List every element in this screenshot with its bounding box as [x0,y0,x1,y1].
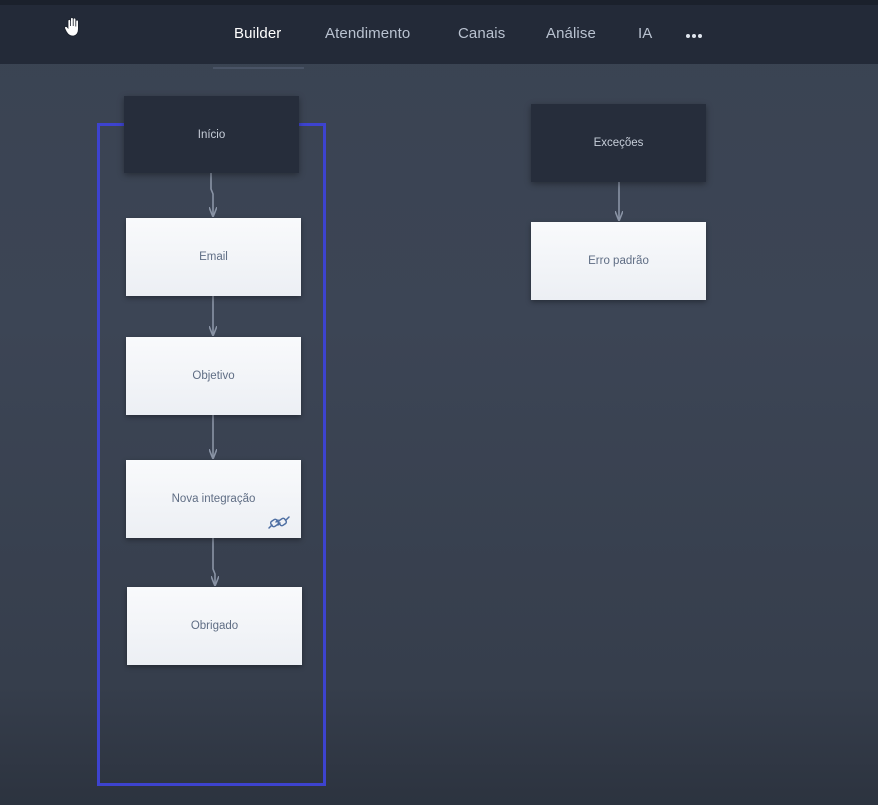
node-label: Objetivo [192,370,235,382]
connector-integracao-obrigado [213,538,215,585]
node-label: Erro padrão [588,255,649,267]
flow-canvas[interactable]: Início Email Objetivo Nova integração Ob… [0,64,878,805]
node-nova-integracao[interactable]: Nova integração [126,460,301,538]
nav-tab-atendimento[interactable]: Atendimento [325,25,410,42]
node-excecoes[interactable]: Exceções [531,104,706,182]
node-inicio[interactable]: Início [124,96,299,173]
node-erro-padrao[interactable]: Erro padrão [531,222,706,300]
link-icon [268,516,290,529]
node-objetivo[interactable]: Objetivo [126,337,301,415]
node-label: Obrigado [190,620,239,632]
node-label: Início [197,128,226,141]
nav-tab-analise[interactable]: Análise [546,25,596,42]
node-label: Email [199,251,228,263]
more-horizontal-icon[interactable] [686,34,706,40]
node-obrigado[interactable]: Obrigado [127,587,302,665]
nav-tab-canais[interactable]: Canais [458,25,505,42]
node-label: Nova integração [171,493,256,505]
top-nav-bar: Builder Atendimento Canais Análise IA [0,0,878,69]
connector-inicio-email [211,173,213,216]
nav-tab-builder[interactable]: Builder [234,25,281,42]
hand-cursor-icon [64,17,79,37]
flow-connectors [0,173,878,805]
node-email[interactable]: Email [126,218,301,296]
nav-tab-ia[interactable]: IA [638,25,652,42]
node-label: Exceções [593,137,644,149]
